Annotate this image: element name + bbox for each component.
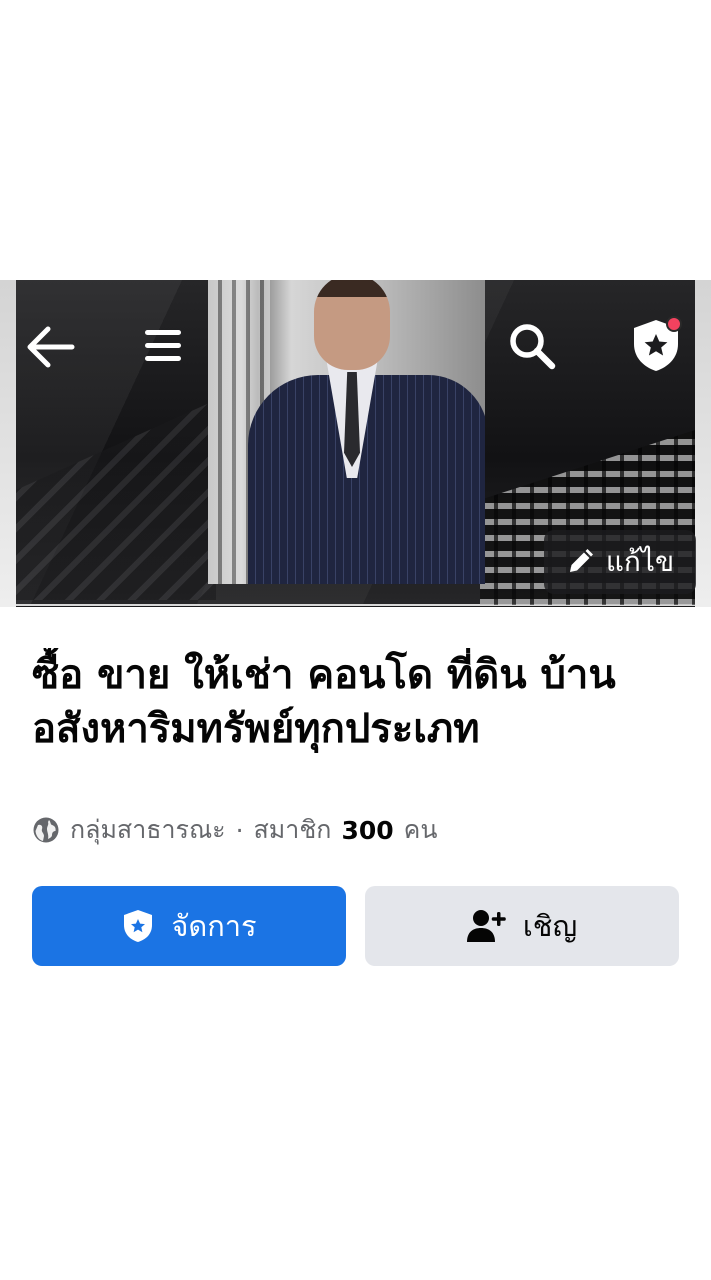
edit-cover-button[interactable]: แก้ไข [544,530,696,594]
group-title[interactable]: ซื้อ ขาย ให้เช่า คอนโด ที่ดิน บ้าน อสังห… [32,648,682,756]
members-prefix: สมาชิก [253,815,332,844]
search-icon[interactable] [504,320,560,372]
cover-edge [695,280,711,607]
group-meta: กลุ่มสาธารณะ · สมาชิก 300 คน [32,810,437,850]
arrow-left-icon[interactable] [22,322,78,372]
photo-head [314,280,390,370]
edit-cover-label: แก้ไข [605,545,675,578]
invite-button[interactable]: เชิญ [365,886,679,966]
privacy-label[interactable]: กลุ่มสาธารณะ [70,810,226,850]
cover-edge [0,280,16,607]
invite-label: เชิญ [522,909,578,943]
members-count[interactable]: 300 [341,816,393,845]
admin-shield-star-icon [124,910,153,942]
meta-separator: · [235,815,244,845]
admin-shield-star-icon[interactable] [624,314,688,376]
group-cover: แก้ไข [0,280,711,607]
pencil-icon [569,549,593,572]
manage-label: จัดการ [171,909,257,943]
cover-photo-person [208,280,485,584]
notification-dot [666,316,682,332]
globe-icon [33,817,59,843]
person-add-icon [466,910,506,942]
members-unit: คน [403,815,438,844]
manage-button[interactable]: จัดการ [32,886,346,966]
hamburger-menu-icon[interactable] [140,324,186,368]
